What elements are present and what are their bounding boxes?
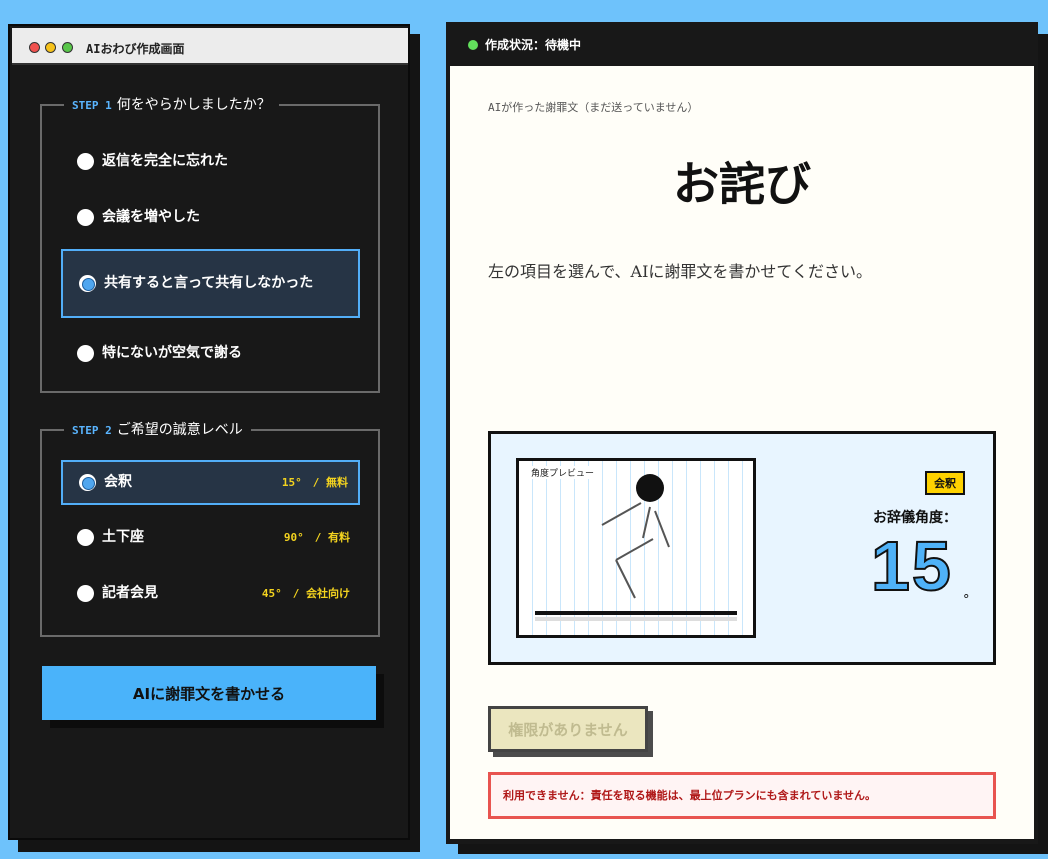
window-titlebar: AIおわび作成画面 <box>12 28 408 65</box>
document-title: お詫び <box>673 157 811 211</box>
bow-angle-caption: お辞儀角度： <box>873 510 957 526</box>
step2-number: STEP 2 <box>72 424 112 437</box>
sincerity-level-badge: 会釈 <box>925 471 965 495</box>
radio-added-meeting[interactable] <box>77 208 94 226</box>
option-did-not-share[interactable]: 共有すると言って共有しなかった <box>61 249 360 318</box>
figure-torso <box>642 506 651 539</box>
option-press-conference[interactable]: 記者会見 45° / 会社向け <box>61 578 360 608</box>
radio-did-not-share[interactable] <box>79 275 96 292</box>
radio-eshaku[interactable] <box>79 474 96 491</box>
option-eshaku[interactable]: 会釈 15° / 無料 <box>61 460 360 505</box>
bow-angle-unit: ° <box>963 593 970 608</box>
minimize-window-dot[interactable] <box>45 42 56 53</box>
figure-arm-right <box>654 510 670 548</box>
no-permission-button[interactable]: 権限がありません <box>488 706 648 752</box>
radio-dogeza[interactable] <box>77 528 94 546</box>
floor-line <box>535 611 737 615</box>
option-meta: 15° / 無料 <box>281 476 348 489</box>
error-message: 利用できません：責任を取る機能は、最上位プランにも含まれていません。 <box>488 772 996 819</box>
bow-preview-canvas: 角度プレビュー <box>516 458 756 638</box>
figure-arm-left <box>601 502 642 526</box>
apology-document: AIが作った謝罪文（まだ送っていません） お詫び 左の項目を選んで、AIに謝罪文… <box>450 66 1034 839</box>
preview-label: 角度プレビュー <box>529 466 597 479</box>
status-indicator-icon <box>468 40 478 50</box>
option-forgot-reply[interactable]: 返信を完全に忘れた <box>61 146 360 176</box>
step2-question: ご希望の誠意レベル <box>116 422 243 438</box>
document-instruction: 左の項目を選んで、AIに謝罪文を書かせてください。 <box>488 262 872 281</box>
option-label: 会議を増やした <box>102 208 200 225</box>
option-label: 土下座 <box>102 528 144 545</box>
bowing-figure-illustration <box>535 474 737 621</box>
apology-output-window: 作成状況：待機中 AIが作った謝罪文（まだ送っていません） お詫び 左の項目を選… <box>446 22 1038 844</box>
option-dogeza[interactable]: 土下座 90° / 有料 <box>61 522 360 552</box>
step1-number: STEP 1 <box>72 99 112 112</box>
floor-shadow <box>535 617 737 621</box>
generate-apology-button[interactable]: AIに謝罪文を書かせる <box>42 666 376 720</box>
option-label: 特にないが空気で謝る <box>102 344 242 361</box>
window-title: AIおわび作成画面 <box>86 42 185 56</box>
option-label: 記者会見 <box>102 584 158 601</box>
option-meta: 45° / 会社向け <box>261 586 350 600</box>
angle-preview-panel: 角度プレビュー 会釈 お辞儀角度： 15 ° <box>488 431 996 665</box>
figure-leg-upper <box>615 538 654 561</box>
apology-form-window: AIおわび作成画面 STEP 1 何をやらかしましたか？ 返信を完全に忘れた 会議… <box>8 24 410 840</box>
maximize-window-dot[interactable] <box>62 42 73 53</box>
option-apologize-for-mood[interactable]: 特にないが空気で謝る <box>61 338 360 368</box>
step2-legend: STEP 2 ご希望の誠意レベル <box>64 421 251 440</box>
step1-fieldset: STEP 1 何をやらかしましたか？ 返信を完全に忘れた 会議を増やした 共有する… <box>40 96 380 393</box>
draft-label: AIが作った謝罪文（まだ送っていません） <box>488 101 699 114</box>
status-bar: 作成状況：待機中 <box>446 22 1038 64</box>
step2-fieldset: STEP 2 ご希望の誠意レベル 会釈 15° / 無料 土下座 90° / 有料… <box>40 421 380 637</box>
radio-press-conference[interactable] <box>77 584 94 602</box>
option-meta: 90° / 有料 <box>283 530 350 544</box>
option-label: 会釈 <box>104 474 132 490</box>
close-window-dot[interactable] <box>29 42 40 53</box>
step1-legend: STEP 1 何をやらかしましたか？ <box>64 96 279 115</box>
status-text: 作成状況：待機中 <box>485 38 582 52</box>
option-label: 返信を完全に忘れた <box>102 152 228 169</box>
option-added-meeting[interactable]: 会議を増やした <box>61 202 360 232</box>
option-label: 共有すると言って共有しなかった <box>104 275 314 291</box>
radio-apologize-for-mood[interactable] <box>77 344 94 362</box>
step1-question: 何をやらかしましたか？ <box>116 97 271 113</box>
radio-forgot-reply[interactable] <box>77 152 94 170</box>
figure-leg-lower <box>615 559 636 599</box>
figure-head-icon <box>636 474 664 502</box>
bow-angle-value: 15 <box>870 526 953 606</box>
